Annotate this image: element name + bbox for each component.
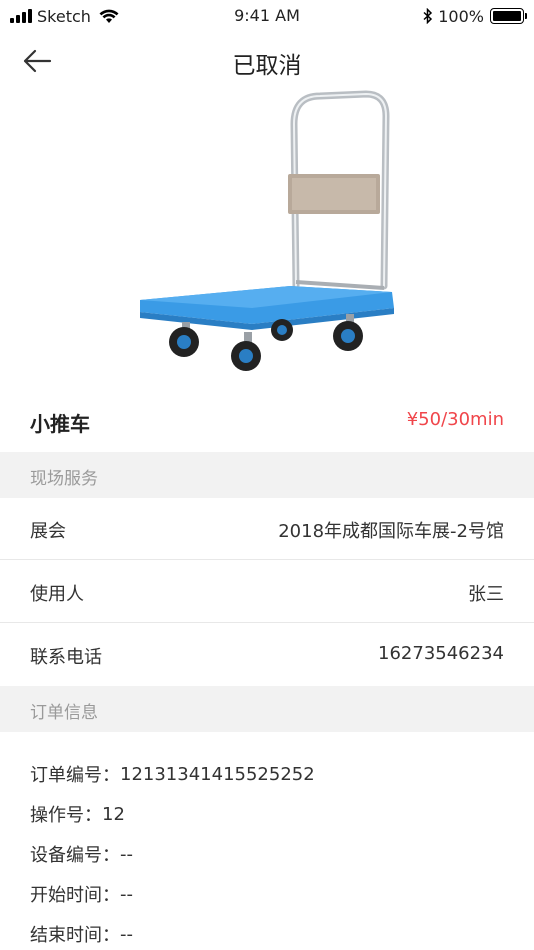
- section-title-order: 订单信息: [30, 703, 98, 723]
- end-time: 结束时间： --: [30, 914, 315, 950]
- order-item-label: 结束时间：: [30, 925, 120, 946]
- row-label: 展会: [30, 521, 66, 542]
- row-value: 16273546234: [378, 643, 504, 664]
- product-image: [140, 90, 394, 371]
- row-value: 2018年成都国际车展-2号馆: [278, 521, 504, 542]
- section-title-service: 现场服务: [30, 469, 98, 489]
- order-item-value: --: [120, 923, 133, 945]
- page-title: 已取消: [232, 53, 302, 79]
- status-right: 100%: [423, 6, 527, 26]
- row-label: 联系电话: [30, 647, 102, 668]
- info-row-user: 使用人 张三: [0, 561, 534, 623]
- product-title-row: 小推车 ¥50/30min: [0, 398, 534, 448]
- operation-number: 操作号： 12: [30, 794, 315, 834]
- order-item-value: 12: [102, 803, 125, 825]
- section-header-service: 现场服务: [0, 452, 534, 498]
- info-row-phone: 联系电话 16273546234: [0, 624, 534, 686]
- order-item-label: 操作号：: [30, 805, 102, 826]
- product-price: ¥50/30min: [406, 409, 504, 430]
- device-number: 设备编号： --: [30, 834, 315, 874]
- order-item-label: 设备编号：: [30, 845, 120, 866]
- product-name: 小推车: [30, 412, 90, 436]
- order-item-label: 订单编号：: [30, 765, 120, 786]
- order-info-list: 订单编号： 12131341415525252 操作号： 12 设备编号： --…: [30, 754, 315, 950]
- order-item-value: --: [120, 843, 133, 865]
- battery-percent: 100%: [438, 6, 484, 26]
- order-item-label: 开始时间：: [30, 885, 120, 906]
- navigation-bar: 已取消: [0, 32, 534, 90]
- row-value: 张三: [468, 584, 504, 605]
- order-number: 订单编号： 12131341415525252: [30, 754, 315, 794]
- status-bar: Sketch 9:41 AM 100%: [0, 0, 534, 32]
- order-item-value: 12131341415525252: [120, 763, 315, 785]
- section-header-order: 订单信息: [0, 686, 534, 732]
- row-label: 使用人: [30, 584, 84, 605]
- battery-icon: [490, 8, 527, 24]
- order-item-value: --: [120, 883, 133, 905]
- bluetooth-icon: [423, 8, 433, 24]
- info-row-exhibition: 展会 2018年成都国际车展-2号馆: [0, 498, 534, 560]
- start-time: 开始时间： --: [30, 874, 315, 914]
